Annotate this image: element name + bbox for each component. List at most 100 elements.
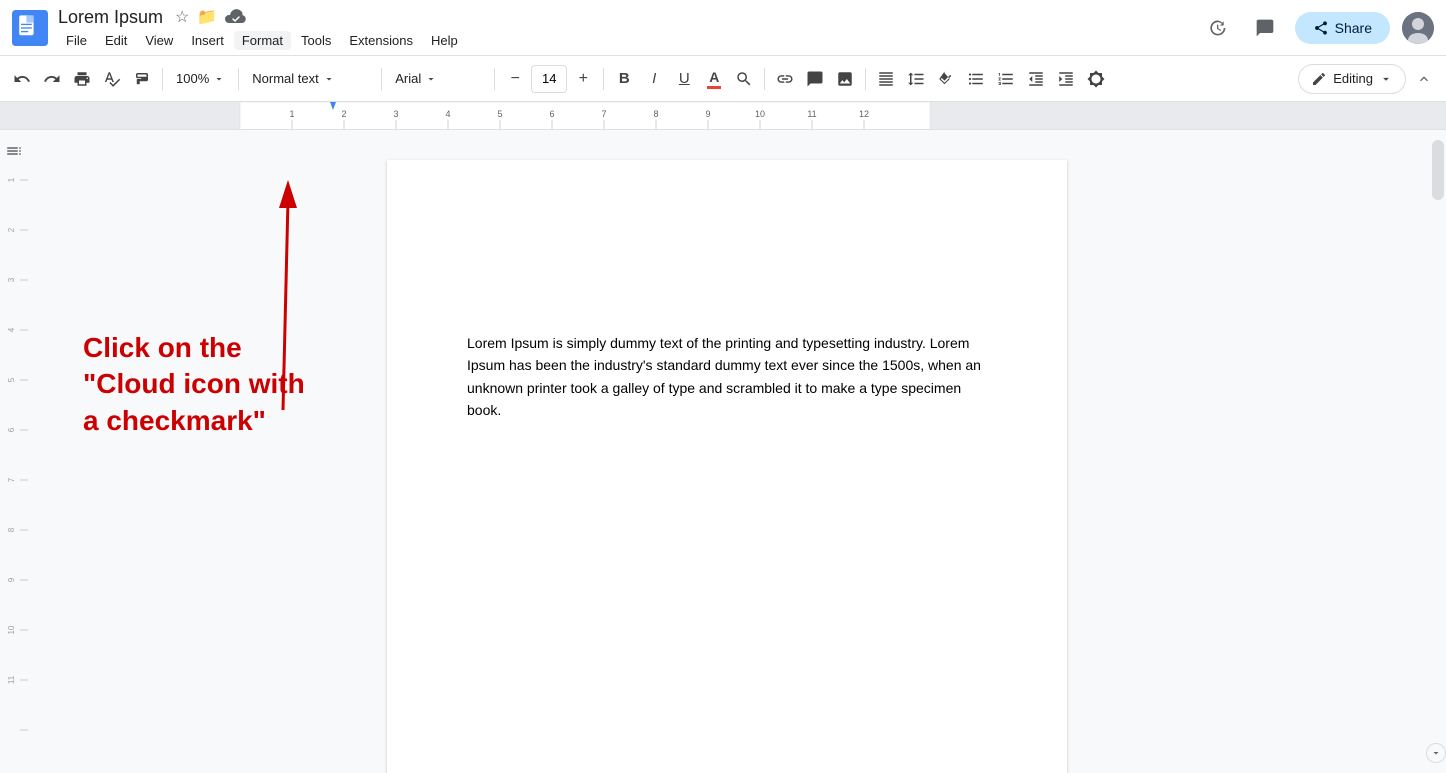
svg-text:9: 9 bbox=[7, 577, 16, 582]
divider-5 bbox=[603, 68, 604, 90]
highlight-button[interactable] bbox=[730, 64, 758, 94]
scrollbar-collapse[interactable] bbox=[1426, 743, 1446, 763]
menu-extensions[interactable]: Extensions bbox=[341, 31, 421, 50]
toolbar-right: Editing bbox=[1298, 64, 1438, 94]
menu-row: File Edit View Insert Format Tools Exten… bbox=[58, 31, 1199, 50]
clear-formatting-button[interactable] bbox=[1082, 64, 1110, 94]
svg-text:8: 8 bbox=[653, 109, 658, 119]
svg-text:3: 3 bbox=[7, 277, 16, 282]
underline-button[interactable]: U bbox=[670, 64, 698, 94]
page-content[interactable]: Lorem Ipsum is simply dummy text of the … bbox=[467, 332, 987, 422]
zoom-select[interactable]: 100% bbox=[169, 64, 232, 94]
content-area[interactable]: Click on the "Cloud icon with a checkmar… bbox=[28, 130, 1426, 773]
history-button[interactable] bbox=[1199, 10, 1235, 46]
svg-text:2: 2 bbox=[341, 109, 346, 119]
divider-1 bbox=[162, 68, 163, 90]
title-section: Lorem Ipsum ☆ 📁 File Edit View Insert bbox=[58, 6, 1199, 50]
align-button[interactable] bbox=[872, 64, 900, 94]
scrollbar-right[interactable] bbox=[1426, 130, 1446, 773]
divider-3 bbox=[381, 68, 382, 90]
menu-file[interactable]: File bbox=[58, 31, 95, 50]
image-button[interactable] bbox=[831, 64, 859, 94]
annotation-line1: Click on the bbox=[83, 330, 305, 366]
menu-tools[interactable]: Tools bbox=[293, 31, 339, 50]
font-size-decrease-button[interactable]: − bbox=[501, 64, 529, 94]
user-avatar[interactable] bbox=[1402, 12, 1434, 44]
font-select[interactable]: Arial bbox=[388, 64, 488, 94]
divider-6 bbox=[764, 68, 765, 90]
menu-view[interactable]: View bbox=[137, 31, 181, 50]
annotation-overlay: Click on the "Cloud icon with a checkmar… bbox=[83, 330, 305, 439]
redo-button[interactable] bbox=[38, 64, 66, 94]
italic-button[interactable]: I bbox=[640, 64, 668, 94]
cloud-checkmark-icon[interactable] bbox=[225, 6, 247, 29]
text-color-button[interactable]: A bbox=[700, 64, 728, 94]
menu-format[interactable]: Format bbox=[234, 31, 291, 50]
menu-help[interactable]: Help bbox=[423, 31, 466, 50]
spellcheck-button[interactable] bbox=[98, 64, 126, 94]
menu-insert[interactable]: Insert bbox=[183, 31, 232, 50]
style-select[interactable]: Normal text bbox=[245, 64, 375, 94]
comment-button[interactable] bbox=[801, 64, 829, 94]
comments-button[interactable] bbox=[1247, 10, 1283, 46]
menu-edit[interactable]: Edit bbox=[97, 31, 135, 50]
svg-text:6: 6 bbox=[7, 427, 16, 432]
document-page[interactable]: Lorem Ipsum is simply dummy text of the … bbox=[387, 160, 1067, 773]
divider-4 bbox=[494, 68, 495, 90]
svg-text:5: 5 bbox=[7, 377, 16, 382]
svg-text:10: 10 bbox=[755, 109, 765, 119]
svg-text:1: 1 bbox=[7, 177, 16, 182]
ruler: 1 2 3 4 5 6 7 8 9 10 11 12 bbox=[0, 102, 1446, 130]
svg-text:9: 9 bbox=[705, 109, 710, 119]
style-label: Normal text bbox=[252, 71, 318, 86]
font-size-increase-button[interactable]: + bbox=[569, 64, 597, 94]
bullet-list-button[interactable] bbox=[962, 64, 990, 94]
print-button[interactable] bbox=[68, 64, 96, 94]
svg-text:12: 12 bbox=[859, 109, 869, 119]
annotation-line3: a checkmark" bbox=[83, 403, 305, 439]
svg-text:4: 4 bbox=[445, 109, 450, 119]
indent-decrease-button[interactable] bbox=[1022, 64, 1050, 94]
sidebar-left: 1 2 3 4 5 6 7 8 9 10 11 bbox=[0, 130, 28, 773]
indent-increase-button[interactable] bbox=[1052, 64, 1080, 94]
svg-text:11: 11 bbox=[7, 675, 16, 684]
svg-text:5: 5 bbox=[497, 109, 502, 119]
numbered-list-button[interactable] bbox=[992, 64, 1020, 94]
annotation-line2: "Cloud icon with bbox=[83, 366, 305, 402]
title-icons: ☆ 📁 bbox=[175, 6, 247, 29]
folder-icon[interactable]: 📁 bbox=[197, 7, 217, 27]
svg-text:8: 8 bbox=[7, 527, 16, 532]
svg-text:10: 10 bbox=[7, 625, 16, 634]
editing-mode-button[interactable]: Editing bbox=[1298, 64, 1406, 94]
svg-text:2: 2 bbox=[7, 227, 16, 232]
title-right: Share bbox=[1199, 10, 1434, 46]
svg-text:1: 1 bbox=[289, 109, 294, 119]
svg-text:11: 11 bbox=[807, 109, 816, 119]
collapse-button[interactable] bbox=[1410, 64, 1438, 94]
svg-text:7: 7 bbox=[601, 109, 606, 119]
annotation-arrow bbox=[83, 150, 363, 450]
divider-2 bbox=[238, 68, 239, 90]
doc-title[interactable]: Lorem Ipsum bbox=[58, 7, 163, 28]
share-button[interactable]: Share bbox=[1295, 12, 1390, 44]
toolbar: 100% Normal text Arial − 14 + B I U A bbox=[0, 56, 1446, 102]
document-text[interactable]: Lorem Ipsum is simply dummy text of the … bbox=[467, 332, 987, 422]
star-icon[interactable]: ☆ bbox=[175, 7, 189, 27]
checklist-button[interactable] bbox=[932, 64, 960, 94]
svg-text:3: 3 bbox=[393, 109, 398, 119]
editing-label: Editing bbox=[1333, 71, 1373, 86]
svg-text:4: 4 bbox=[7, 327, 16, 332]
docs-icon bbox=[12, 10, 48, 46]
paint-format-button[interactable] bbox=[128, 64, 156, 94]
svg-text:6: 6 bbox=[549, 109, 554, 119]
link-button[interactable] bbox=[771, 64, 799, 94]
font-size-display[interactable]: 14 bbox=[531, 65, 567, 93]
bold-button[interactable]: B bbox=[610, 64, 638, 94]
main-area: 1 2 3 4 5 6 7 8 9 10 11 bbox=[0, 130, 1446, 773]
outline-icon[interactable] bbox=[5, 142, 23, 165]
font-label: Arial bbox=[395, 71, 421, 86]
title-bar: Lorem Ipsum ☆ 📁 File Edit View Insert bbox=[0, 0, 1446, 56]
undo-button[interactable] bbox=[8, 64, 36, 94]
line-spacing-button[interactable] bbox=[902, 64, 930, 94]
scrollbar-thumb[interactable] bbox=[1432, 140, 1444, 200]
